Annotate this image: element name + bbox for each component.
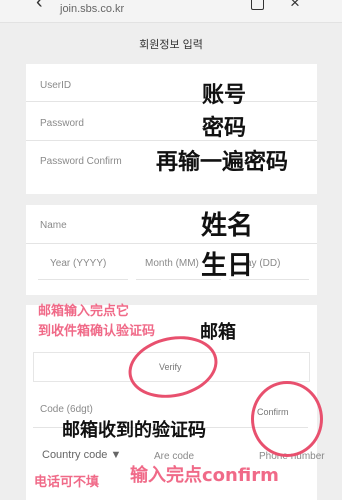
profile-panel: Name Year (YYYY) Month (MM) ay (DD) <box>26 205 317 295</box>
back-arrow-icon[interactable]: ‹ <box>36 0 43 14</box>
divider <box>26 101 317 102</box>
password-input[interactable]: Password <box>40 118 84 129</box>
close-icon[interactable]: × <box>290 0 300 13</box>
code-input[interactable]: Code (6dgt) <box>40 404 93 415</box>
annotation-email-note-1: 邮箱输入完点它 <box>38 304 130 319</box>
confirm-highlight-circle <box>251 381 323 457</box>
annotation-name: 姓名 <box>201 211 254 241</box>
browser-top-bar: ‹ join.sbs.co.kr × <box>0 0 342 23</box>
annotation-code: 邮箱收到的验证码 <box>62 420 206 441</box>
annotation-password-confirm: 再输一遍密码 <box>156 150 289 175</box>
annotation-email: 邮箱 <box>200 322 236 343</box>
userid-input[interactable]: UserID <box>40 80 71 91</box>
url-text[interactable]: join.sbs.co.kr <box>60 3 124 15</box>
divider <box>26 243 317 244</box>
birth-month-input[interactable]: Month (MM) <box>145 258 199 269</box>
annotation-userid: 账号 <box>202 83 247 108</box>
annotation-phone-optional: 电话可不填 <box>34 475 100 490</box>
page-title: 회원정보 입력 <box>139 39 203 51</box>
year-underline <box>38 279 128 280</box>
birth-year-input[interactable]: Year (YYYY) <box>50 258 106 269</box>
annotation-confirm-note: 输入完点confirm <box>130 465 279 486</box>
password-confirm-input[interactable]: Password Confirm <box>40 156 122 167</box>
annotation-password: 密码 <box>202 116 247 141</box>
annotation-email-note-2: 到收件箱确认验证码 <box>38 324 156 339</box>
name-input[interactable]: Name <box>40 220 67 231</box>
share-icon[interactable] <box>251 0 264 10</box>
country-code-select[interactable]: Country code ▼ <box>42 449 121 461</box>
divider <box>26 140 317 141</box>
annotation-birthday: 生日 <box>201 251 254 281</box>
